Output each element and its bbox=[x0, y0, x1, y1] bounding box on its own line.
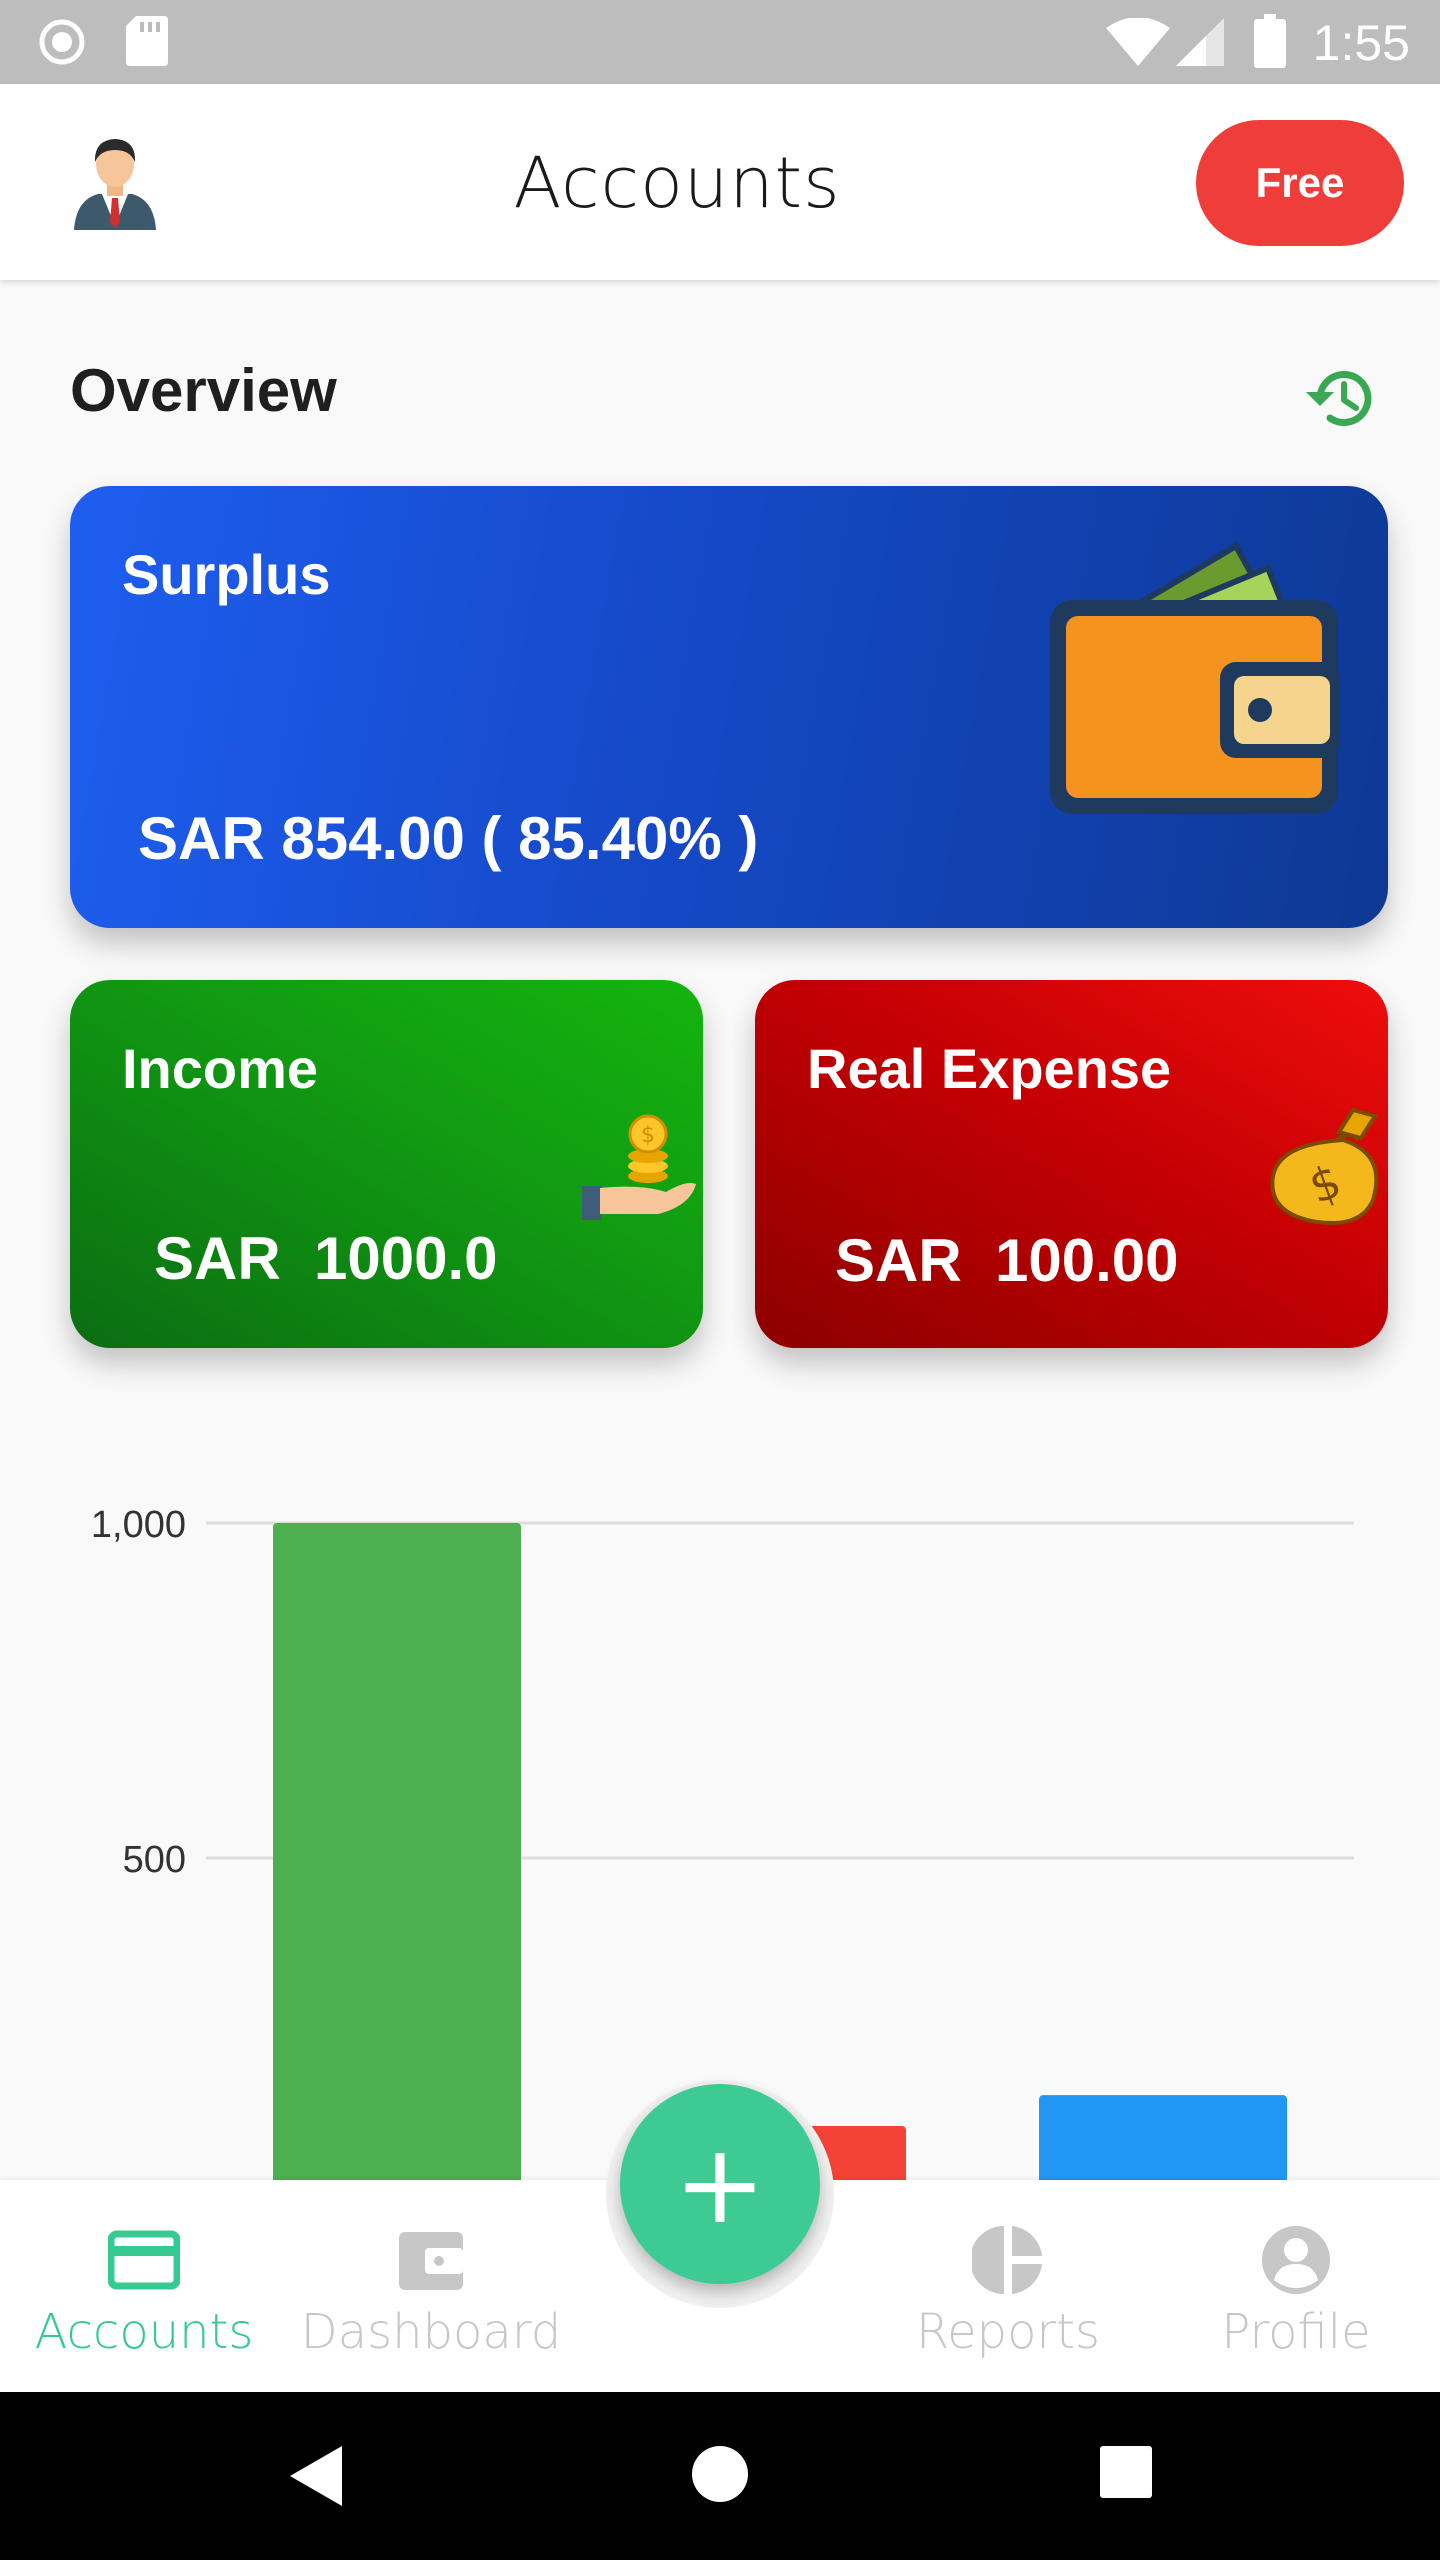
account-circle-icon bbox=[1262, 2226, 1330, 2294]
sd-card-icon bbox=[126, 16, 168, 66]
system-navigation-bar bbox=[0, 2392, 1440, 2560]
nav-reports[interactable]: Reports bbox=[902, 2180, 1114, 2392]
summary-bar-chart: 1,0005000 bbox=[91, 1504, 1354, 2180]
y-tick-label: 500 bbox=[123, 1839, 186, 1881]
income-amount: SAR 1000.0 bbox=[154, 1225, 498, 1292]
credit-card-icon bbox=[108, 2230, 180, 2290]
status-bar: 1:55 bbox=[0, 0, 1440, 84]
nav-dashboard[interactable]: Dashboard bbox=[300, 2180, 562, 2392]
expense-title: Real Expense bbox=[807, 1037, 1172, 1100]
y-tick-label: 1,000 bbox=[91, 1504, 186, 1546]
wifi-icon bbox=[1106, 18, 1170, 66]
free-button[interactable]: Free bbox=[1196, 120, 1404, 246]
wallet-icon bbox=[1050, 541, 1340, 814]
home-icon[interactable] bbox=[690, 2444, 750, 2504]
nav-reports-label: Reports bbox=[915, 2304, 1101, 2360]
surplus-amount: SAR 854.00 ( 85.40% ) bbox=[138, 805, 759, 872]
page-title: Accounts bbox=[513, 142, 841, 224]
record-icon bbox=[39, 19, 85, 65]
recents-icon[interactable] bbox=[1098, 2444, 1154, 2500]
nav-profile[interactable]: Profile bbox=[1200, 2180, 1392, 2392]
wallet-nav-icon bbox=[399, 2232, 463, 2290]
surplus-title: Surplus bbox=[122, 543, 331, 606]
coin-hand-icon: $ bbox=[582, 1114, 696, 1220]
income-card[interactable]: Income SAR 1000.0 $ bbox=[70, 980, 703, 1348]
overview-title: Overview bbox=[70, 357, 337, 424]
expense-amount: SAR 100.00 bbox=[835, 1227, 1179, 1294]
status-time: 1:55 bbox=[1312, 15, 1410, 71]
history-icon[interactable] bbox=[1300, 358, 1380, 438]
bar-income[interactable] bbox=[273, 1523, 521, 2180]
nav-accounts[interactable]: Accounts bbox=[28, 2180, 260, 2392]
nav-profile-label: Profile bbox=[1221, 2304, 1371, 2360]
expense-card[interactable]: Real Expense SAR 100.00 $ bbox=[755, 980, 1388, 1348]
app-bar: Accounts Free bbox=[0, 84, 1440, 280]
battery-icon bbox=[1254, 14, 1286, 68]
signal-icon bbox=[1176, 18, 1224, 66]
pie-chart-icon bbox=[972, 2226, 1042, 2294]
bar-surplus[interactable] bbox=[1039, 2095, 1287, 2180]
nav-dashboard-label: Dashboard bbox=[300, 2304, 562, 2360]
back-icon[interactable] bbox=[286, 2444, 346, 2508]
nav-accounts-label: Accounts bbox=[34, 2304, 254, 2360]
surplus-card[interactable]: Surplus SAR 854.00 ( 85.40% ) bbox=[70, 486, 1388, 928]
svg-text:$: $ bbox=[641, 1123, 655, 1148]
income-title: Income bbox=[122, 1037, 319, 1100]
money-bag-icon: $ bbox=[1270, 1107, 1379, 1225]
add-transaction-button[interactable]: + bbox=[620, 2084, 820, 2284]
